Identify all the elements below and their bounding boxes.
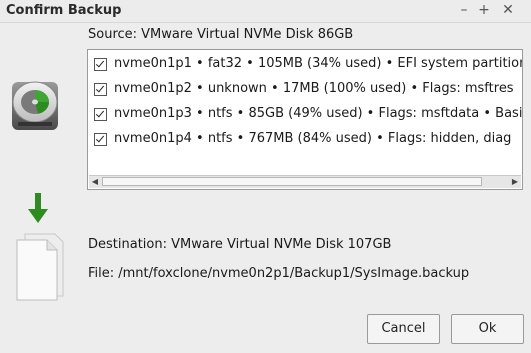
list-item[interactable]: nvme0n1p2 • unknown • 17MB (100% used) •…: [88, 77, 522, 102]
partition-list[interactable]: nvme0n1p1 • fat32 • 105MB (34% used) • E…: [87, 49, 523, 190]
list-item[interactable]: nvme0n1p3 • ntfs • 85GB (49% used) • Fla…: [88, 102, 523, 127]
title-bar: Confirm Backup – + ✕: [0, 0, 531, 23]
scroll-left-icon[interactable]: ◀: [89, 176, 101, 188]
partition-label: nvme0n1p1 • fat32 • 105MB (34% used) • E…: [114, 56, 523, 71]
partition-checkbox[interactable]: [94, 83, 107, 96]
list-item[interactable]: nvme0n1p4 • ntfs • 767MB (84% used) • Fl…: [88, 127, 522, 152]
document-icon: [16, 233, 64, 301]
horizontal-scrollbar[interactable]: ◀ ▶: [89, 175, 521, 188]
partition-label: nvme0n1p2 • unknown • 17MB (100% used) •…: [114, 81, 514, 96]
partition-label: nvme0n1p3 • ntfs • 85GB (49% used) • Fla…: [114, 106, 523, 121]
scroll-right-icon[interactable]: ▶: [509, 176, 521, 188]
scrollbar-thumb[interactable]: [102, 177, 482, 186]
arrow-down-icon: [28, 193, 48, 223]
ok-button[interactable]: Ok: [451, 314, 524, 344]
minimize-button[interactable]: –: [456, 2, 472, 18]
partition-checkbox[interactable]: [94, 108, 107, 121]
hard-disk-icon: [12, 81, 58, 130]
close-button[interactable]: ✕: [500, 2, 516, 18]
partition-label: nvme0n1p4 • ntfs • 767MB (84% used) • Fl…: [114, 131, 512, 146]
list-item[interactable]: nvme0n1p1 • fat32 • 105MB (34% used) • E…: [88, 52, 523, 77]
window-title: Confirm Backup: [6, 3, 122, 18]
source-label: Source: VMware Virtual NVMe Disk 86GB: [88, 27, 354, 42]
destination-label: Destination: VMware Virtual NVMe Disk 10…: [88, 237, 392, 252]
partition-checkbox[interactable]: [94, 133, 107, 146]
file-path-label: File: /mnt/foxclone/nvme0n2p1/Backup1/Sy…: [88, 266, 470, 281]
cancel-button[interactable]: Cancel: [367, 314, 440, 344]
partition-checkbox[interactable]: [94, 58, 107, 71]
maximize-button[interactable]: +: [476, 2, 492, 18]
